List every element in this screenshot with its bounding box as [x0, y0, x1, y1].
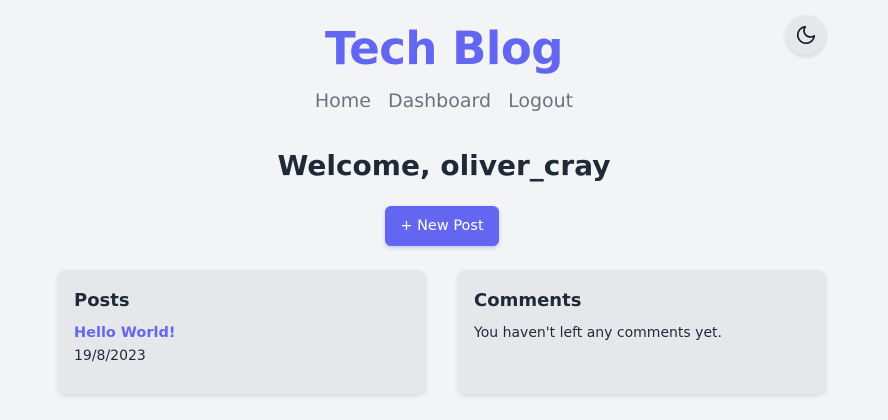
- new-post-button[interactable]: + New Post: [385, 206, 499, 246]
- comments-card: Comments You haven't left any comments y…: [458, 270, 826, 394]
- post-title-link[interactable]: Hello World!: [74, 323, 410, 343]
- post-date: 19/8/2023: [74, 348, 146, 364]
- welcome-heading: Welcome, oliver_cray: [277, 149, 611, 182]
- nav-dashboard-link[interactable]: Dashboard: [388, 88, 491, 114]
- site-title[interactable]: Tech Blog: [0, 20, 888, 78]
- main-nav: Home Dashboard Logout: [0, 88, 888, 114]
- page: Tech Blog Home Dashboard Logout Welcome,…: [0, 0, 888, 420]
- comments-card-title: Comments: [474, 290, 582, 311]
- posts-card-title: Posts: [74, 290, 130, 311]
- posts-card: Posts Hello World! 19/8/2023: [58, 270, 426, 394]
- post-list-item: Hello World! 19/8/2023: [74, 323, 410, 366]
- nav-logout-link[interactable]: Logout: [508, 88, 573, 114]
- nav-home-link[interactable]: Home: [315, 88, 371, 114]
- comments-empty-message: You haven't left any comments yet.: [474, 325, 723, 341]
